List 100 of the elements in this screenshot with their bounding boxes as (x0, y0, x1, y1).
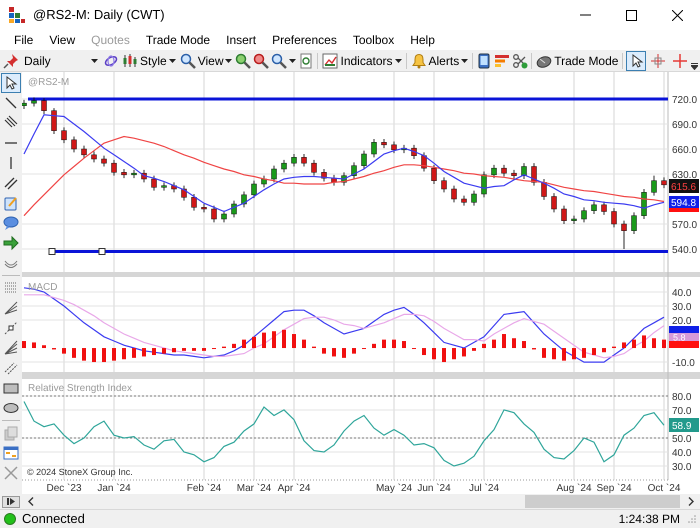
maximize-icon (626, 10, 636, 20)
view-button[interactable]: View (178, 50, 234, 70)
minimize-icon (580, 14, 590, 16)
bar (182, 348, 186, 351)
bar (192, 348, 196, 351)
menu-item[interactable]: Trade Mode (138, 31, 218, 49)
trade-mode-button[interactable]: Trade Mode (535, 50, 620, 70)
bar (172, 348, 176, 352)
callout-icon (3, 215, 19, 231)
candlestick (191, 194, 197, 212)
candlestick (151, 175, 157, 192)
candlestick (211, 205, 217, 223)
panel-title: @RS2-M (28, 77, 70, 88)
pointer-tool[interactable] (1, 73, 21, 93)
axis-label: 660.0 (672, 145, 698, 156)
candlestick (111, 159, 117, 176)
candlestick (441, 176, 447, 193)
menu-item[interactable]: Insert (218, 31, 264, 49)
bar (542, 348, 546, 358)
menu-item[interactable]: Preferences (264, 31, 345, 49)
candlestick (61, 126, 67, 144)
overflow-icon[interactable] (691, 63, 698, 70)
search-icon (271, 52, 288, 68)
scroll-left-icon[interactable] (28, 497, 34, 506)
copyright-notice: © 2024 StoneX Group Inc. (27, 467, 133, 477)
fan-icon (3, 300, 19, 316)
candlestick (241, 191, 247, 208)
crosshair-icon (650, 52, 666, 68)
style-button[interactable]: Style (121, 50, 177, 70)
zoom-out-icon[interactable] (253, 52, 270, 68)
bar (352, 348, 356, 354)
color-bars-icon[interactable] (494, 52, 510, 68)
candlestick (251, 180, 257, 199)
bar (512, 338, 516, 348)
bar (472, 348, 476, 351)
bar (272, 331, 276, 348)
parallel-lines-icon (3, 175, 19, 191)
bar (492, 340, 496, 348)
bar (152, 348, 156, 356)
vertical-line-icon (10, 157, 12, 169)
signal-value-tag: 5.8 (669, 332, 699, 342)
play-icon (7, 498, 15, 505)
axis-label: 40.0 (672, 288, 692, 299)
axis-label: 20.0 (672, 316, 692, 328)
zoom-in-icon[interactable] (235, 52, 252, 68)
menu-item[interactable]: Help (402, 31, 443, 49)
layers-icon (3, 425, 19, 441)
cross-icon (672, 52, 688, 68)
candlestick (561, 205, 567, 224)
panel-toggle-button[interactable] (2, 496, 20, 508)
candlestick (51, 108, 57, 134)
menu-item[interactable]: View (41, 31, 84, 49)
axis-label: 70.0 (672, 406, 692, 417)
line-handle[interactable] (48, 248, 56, 255)
axis-label: 50.0 (672, 434, 692, 445)
axis-label: Aug `24 (556, 483, 592, 494)
scissors-icon[interactable] (512, 52, 528, 68)
chart-icon (322, 52, 338, 68)
panel-title: Relative Strength Index (28, 383, 132, 394)
bar (502, 334, 506, 348)
scroll-thumb[interactable] (525, 495, 680, 508)
bar (482, 344, 486, 348)
window-title: @RS2-M: Daily (CWT) (33, 6, 165, 24)
arrow-tool[interactable] (1, 233, 21, 253)
bar (132, 348, 136, 358)
scroll-right-icon[interactable] (688, 497, 694, 506)
candlestick (311, 159, 317, 176)
tablet-icon[interactable] (476, 52, 492, 68)
axis-label: 30.0 (672, 302, 692, 313)
axis-label: 540.0 (672, 245, 698, 256)
candlestick (101, 155, 107, 167)
alerts-button[interactable]: Alerts (410, 50, 470, 70)
zoom-menu-button[interactable] (271, 52, 296, 68)
refresh-icon[interactable] (298, 52, 314, 68)
candlestick (181, 185, 187, 202)
rsi-value-tag: 58.9 (669, 418, 699, 432)
bar (232, 344, 236, 348)
close-icon (672, 10, 682, 20)
candlestick (261, 175, 267, 188)
caret-icon (225, 58, 232, 62)
candlestick (471, 190, 477, 206)
axis-label: Feb `24 (186, 483, 222, 494)
menu-item[interactable]: Toolbox (344, 31, 402, 49)
candlestick (461, 195, 467, 206)
menu-item[interactable]: File (6, 31, 42, 49)
axis-label: Jun `24 (417, 483, 451, 494)
candlestick (22, 99, 27, 110)
swirl-icon[interactable] (103, 52, 119, 68)
bar (622, 342, 626, 348)
axis-label: Jan `24 (97, 483, 131, 494)
fan-icon (3, 340, 19, 356)
candlestick (601, 201, 607, 216)
axis-label: Oct `24 (648, 483, 680, 494)
line-handle[interactable] (98, 248, 106, 255)
pointer-button[interactable] (626, 50, 646, 70)
indicators-button[interactable]: Indicators (321, 50, 403, 70)
bar (452, 348, 456, 360)
bar (42, 345, 46, 348)
period-dropdown[interactable]: Daily (21, 51, 101, 70)
pin-icon[interactable] (3, 52, 19, 68)
